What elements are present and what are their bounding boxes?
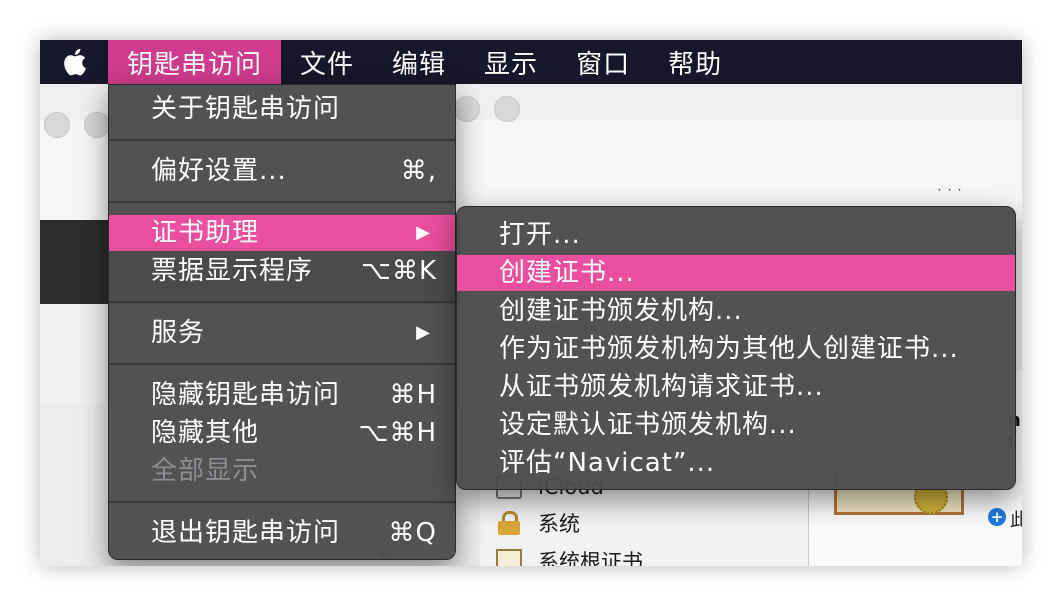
menu-item-shortcut: ⌥⌘H xyxy=(358,418,437,448)
menu-item-services[interactable]: 服务 ▶ xyxy=(109,315,455,351)
submenu-item-set-default-ca[interactable]: 设定默认证书颁发机构... xyxy=(457,407,1015,443)
menu-separator xyxy=(109,301,455,303)
window-minimize-button-2[interactable] xyxy=(494,96,520,122)
apple-logo-icon xyxy=(64,48,86,76)
submenu-arrow-icon: ▶ xyxy=(416,222,431,243)
menu-window[interactable]: 窗口 xyxy=(557,40,649,84)
plus-circle-icon[interactable]: + xyxy=(988,508,1006,526)
window-close-button[interactable] xyxy=(44,112,70,138)
submenu-item-create-certificate[interactable]: 创建证书... xyxy=(457,255,1015,291)
submenu-arrow-icon: ▶ xyxy=(416,322,431,343)
menu-separator xyxy=(109,201,455,203)
submenu-item-label: 创建证书... xyxy=(499,258,635,288)
apple-menu[interactable] xyxy=(40,40,108,84)
submenu-item-label: 创建证书颁发机构... xyxy=(499,296,743,326)
menu-item-shortcut: ⌘Q xyxy=(388,518,437,548)
submenu-item-label: 设定默认证书颁发机构... xyxy=(499,410,797,440)
menu-item-hide-app[interactable]: 隐藏钥匙串访问 ⌘H xyxy=(109,377,455,413)
menu-item-label: 退出钥匙串访问 xyxy=(151,518,341,548)
submenu-item-open[interactable]: 打开... xyxy=(457,217,1015,253)
sidebar-item-system[interactable]: 系统 xyxy=(496,508,580,538)
menu-item-quit[interactable]: 退出钥匙串访问 ⌘Q xyxy=(109,515,455,551)
menu-item-label: 隐藏钥匙串访问 xyxy=(151,380,341,410)
menu-item-label: 证书助理 xyxy=(151,218,260,248)
menu-help[interactable]: 帮助 xyxy=(649,40,741,84)
menu-item-show-all: 全部显示 xyxy=(109,453,455,489)
menu-item-certificate-assistant[interactable]: 证书助理 ▶ xyxy=(109,215,455,251)
menu-item-shortcut: ⌘H xyxy=(389,380,437,410)
menu-item-preferences[interactable]: 偏好设置... ⌘, xyxy=(109,153,455,189)
sidebar-item-system-roots[interactable]: 系统根证书 xyxy=(496,546,643,566)
submenu-item-create-ca[interactable]: 创建证书颁发机构... xyxy=(457,293,1015,329)
submenu-item-create-for-others[interactable]: 作为证书颁发机构为其他人创建证书... xyxy=(457,331,1015,367)
menu-item-shortcut: ⌥⌘K xyxy=(360,256,437,286)
menu-separator xyxy=(109,363,455,365)
detail-link-peek: 此 xyxy=(1010,510,1022,531)
submenu-item-request-certificate[interactable]: 从证书颁发机构请求证书... xyxy=(457,369,1015,405)
menu-bar: 钥匙串访问 文件 编辑 显示 窗口 帮助 xyxy=(40,40,1022,84)
submenu-item-evaluate[interactable]: 评估“Navicat”... xyxy=(457,445,1015,481)
sidebar-item-label: 系统 xyxy=(538,512,580,536)
menu-view[interactable]: 显示 xyxy=(465,40,557,84)
menu-separator xyxy=(109,139,455,141)
screen: ˙˙˙ n + 此 iCloud 系统 系统根证书 ◂ 钥匙串访问 文件 编辑 … xyxy=(40,40,1022,566)
certificate-icon xyxy=(496,549,522,566)
menu-file[interactable]: 文件 xyxy=(281,40,373,84)
menu-keychain-access[interactable]: 钥匙串访问 xyxy=(108,40,282,84)
keychain-access-menu: 关于钥匙串访问 偏好设置... ⌘, 证书助理 ▶ 票据显示程序 ⌥⌘K 服务 … xyxy=(108,84,456,560)
menu-item-label: 票据显示程序 xyxy=(151,256,314,286)
menu-edit[interactable]: 编辑 xyxy=(373,40,465,84)
search-spinner-icon: ˙˙˙ xyxy=(936,188,966,204)
submenu-item-label: 从证书颁发机构请求证书... xyxy=(499,372,824,402)
menu-item-label: 全部显示 xyxy=(151,456,260,486)
menu-item-label: 服务 xyxy=(151,318,206,348)
lock-icon xyxy=(496,511,522,535)
menu-item-shortcut: ⌘, xyxy=(400,156,437,186)
window-minimize-button[interactable] xyxy=(84,112,110,138)
certificate-assistant-submenu: 打开... 创建证书... 创建证书颁发机构... 作为证书颁发机构为其他人创建… xyxy=(456,206,1016,490)
submenu-item-label: 打开... xyxy=(499,220,581,250)
menu-item-about[interactable]: 关于钥匙串访问 xyxy=(109,91,455,127)
window-close-button-2[interactable] xyxy=(454,96,480,122)
menu-separator xyxy=(109,501,455,503)
submenu-item-label: 作为证书颁发机构为其他人创建证书... xyxy=(499,334,959,364)
submenu-item-label: 评估“Navicat”... xyxy=(499,448,716,478)
sidebar-item-label: 系统根证书 xyxy=(538,550,643,566)
menu-item-label: 关于钥匙串访问 xyxy=(151,94,341,124)
menu-item-label: 偏好设置... xyxy=(151,156,287,186)
menu-item-label: 隐藏其他 xyxy=(151,418,260,448)
menu-item-hide-others[interactable]: 隐藏其他 ⌥⌘H xyxy=(109,415,455,451)
menu-item-ticket-viewer[interactable]: 票据显示程序 ⌥⌘K xyxy=(109,253,455,289)
